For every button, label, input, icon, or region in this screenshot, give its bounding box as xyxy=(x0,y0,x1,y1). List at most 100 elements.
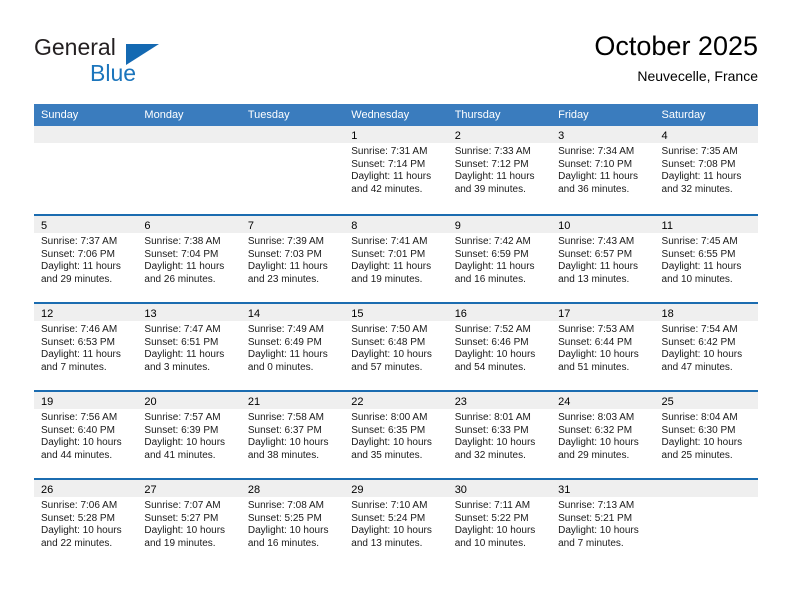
sunrise-text: Sunrise: 7:11 AM xyxy=(454,500,531,511)
day-cell[interactable]: 18 Sunrise: 7:54 AM Sunset: 6:42 PM Dayligh… xyxy=(654,304,758,390)
daylight-text-line1: Daylight: 10 hours xyxy=(247,525,329,537)
day-cell[interactable]: 6 Sunrise: 7:38 AM Sunset: 7:04 PM Daylight… xyxy=(137,216,241,302)
daylight-text-line1: Daylight: 10 hours xyxy=(41,437,122,449)
day-number-band: 12 xyxy=(34,304,138,321)
day-number-band: 25 xyxy=(654,392,758,409)
day-cell[interactable]: 1 Sunrise: 7:31 AM Sunset: 7:14 PM Daylight… xyxy=(344,126,448,214)
day-number: 10 xyxy=(558,220,571,232)
day-cell[interactable]: 15 Sunrise: 7:50 AM Sunset: 6:48 PM Dayligh… xyxy=(344,304,448,390)
day-cell[interactable]: 12 Sunrise: 7:46 AM Sunset: 6:53 PM Dayligh… xyxy=(34,304,138,390)
day-cell[interactable]: 25 Sunrise: 8:04 AM Sunset: 6:30 PM Dayligh… xyxy=(654,392,758,478)
weekday-header-thursday: Thursday xyxy=(454,109,501,121)
day-cell[interactable]: 5 Sunrise: 7:37 AM Sunset: 7:06 PM Daylight… xyxy=(34,216,138,302)
day-cell[interactable]: 9 Sunrise: 7:42 AM Sunset: 6:59 PM Daylight… xyxy=(447,216,552,302)
sunrise-text: Sunrise: 7:50 AM xyxy=(351,324,428,335)
day-cell[interactable]: 28 Sunrise: 7:08 AM Sunset: 5:25 PM Dayligh… xyxy=(240,480,345,566)
day-cell[interactable]: 11 Sunrise: 7:45 AM Sunset: 6:55 PM Dayligh… xyxy=(654,216,758,302)
day-number-band: 9 xyxy=(447,216,552,233)
sunset-text: Sunset: 6:46 PM xyxy=(454,336,529,348)
daylight-text-line1: Daylight: 10 hours xyxy=(144,525,226,537)
daylight-text-line1: Daylight: 10 hours xyxy=(558,349,639,361)
day-number: 24 xyxy=(558,396,571,408)
day-number: 18 xyxy=(661,308,674,320)
daylight-text-line2: and 51 minutes. xyxy=(558,361,630,373)
day-cell[interactable]: 2 Sunrise: 7:33 AM Sunset: 7:12 PM Daylight… xyxy=(447,126,552,214)
daylight-text-line2: and 29 minutes. xyxy=(41,273,113,285)
day-cell[interactable]: 4 Sunrise: 7:35 AM Sunset: 7:08 PM Daylight… xyxy=(654,126,758,214)
daylight-text-line1: Daylight: 11 hours xyxy=(144,349,225,361)
daylight-text-line2: and 32 minutes. xyxy=(454,449,526,461)
sunset-text: Sunset: 5:25 PM xyxy=(247,512,322,524)
weekday-header-monday: Monday xyxy=(144,109,184,121)
day-cell[interactable]: 17 Sunrise: 7:53 AM Sunset: 6:44 PM Dayligh… xyxy=(551,304,655,390)
daylight-text-line2: and 36 minutes. xyxy=(558,183,630,195)
sunrise-text: Sunrise: 7:53 AM xyxy=(558,324,635,335)
sunrise-text: Sunrise: 8:03 AM xyxy=(558,412,635,423)
day-cell[interactable]: 14 Sunrise: 7:49 AM Sunset: 6:49 PM Dayligh… xyxy=(240,304,345,390)
day-number-band: 22 xyxy=(344,392,448,409)
sunrise-text: Sunrise: 7:06 AM xyxy=(41,500,118,511)
sunrise-text: Sunrise: 8:01 AM xyxy=(454,412,531,423)
daylight-text-line2: and 38 minutes. xyxy=(247,449,320,461)
day-number-band: 13 xyxy=(137,304,241,321)
day-sun-info: Sunrise: 7:52 AM Sunset: 6:46 PM Daylight:… xyxy=(448,321,551,374)
day-number-band: 21 xyxy=(240,392,345,409)
day-number: 27 xyxy=(144,484,157,496)
daylight-text-line2: and 41 minutes. xyxy=(144,449,216,461)
weeks-container: 1 Sunrise: 7:31 AM Sunset: 7:14 PM Daylight… xyxy=(34,126,758,566)
day-sun-info: Sunrise: 7:42 AM Sunset: 6:59 PM Daylight:… xyxy=(448,233,551,286)
day-cell[interactable]: 10 Sunrise: 7:43 AM Sunset: 6:57 PM Dayligh… xyxy=(551,216,655,302)
sunrise-text: Sunrise: 8:00 AM xyxy=(351,412,428,423)
day-number-band: 3 xyxy=(551,126,655,143)
day-sun-info: Sunrise: 7:54 AM Sunset: 6:42 PM Daylight:… xyxy=(655,321,758,374)
day-sun-info: Sunrise: 7:57 AM Sunset: 6:39 PM Daylight:… xyxy=(137,409,240,462)
day-number: 7 xyxy=(247,220,254,232)
day-number: 30 xyxy=(454,484,467,496)
day-cell[interactable]: 19 Sunrise: 7:56 AM Sunset: 6:40 PM Dayligh… xyxy=(34,392,138,478)
week-row: 5 Sunrise: 7:37 AM Sunset: 7:06 PM Daylight… xyxy=(34,214,758,302)
day-sun-info: Sunrise: 7:35 AM Sunset: 7:08 PM Daylight:… xyxy=(655,143,758,196)
daylight-text-line2: and 39 minutes. xyxy=(454,183,526,195)
daylight-text-line2: and 26 minutes. xyxy=(144,273,216,285)
sunrise-text: Sunrise: 7:54 AM xyxy=(661,324,738,335)
day-cell[interactable]: 20 Sunrise: 7:57 AM Sunset: 6:39 PM Dayligh… xyxy=(137,392,241,478)
day-cell[interactable]: 27 Sunrise: 7:07 AM Sunset: 5:27 PM Dayligh… xyxy=(137,480,241,566)
title-block: October 2025 Neuvecelle, France xyxy=(594,30,758,86)
sunset-text: Sunset: 6:32 PM xyxy=(558,424,633,436)
sunset-text: Sunset: 6:42 PM xyxy=(661,336,736,348)
weekday-header-friday: Friday xyxy=(558,109,589,121)
day-cell[interactable]: 13 Sunrise: 7:47 AM Sunset: 6:51 PM Dayligh… xyxy=(137,304,241,390)
day-cell[interactable]: 22 Sunrise: 8:00 AM Sunset: 6:35 PM Dayligh… xyxy=(344,392,448,478)
day-cell[interactable]: 16 Sunrise: 7:52 AM Sunset: 6:46 PM Dayligh… xyxy=(447,304,552,390)
day-cell[interactable]: 31 Sunrise: 7:13 AM Sunset: 5:21 PM Dayligh… xyxy=(551,480,655,566)
day-cell[interactable]: 7 Sunrise: 7:39 AM Sunset: 7:03 PM Daylight… xyxy=(240,216,345,302)
sunset-text: Sunset: 5:22 PM xyxy=(454,512,529,524)
day-cell[interactable]: 30 Sunrise: 7:11 AM Sunset: 5:22 PM Dayligh… xyxy=(447,480,552,566)
day-cell[interactable]: 23 Sunrise: 8:01 AM Sunset: 6:33 PM Dayligh… xyxy=(447,392,552,478)
day-cell[interactable]: 29 Sunrise: 7:10 AM Sunset: 5:24 PM Dayligh… xyxy=(344,480,448,566)
daylight-text-line2: and 13 minutes. xyxy=(351,537,423,549)
sunset-text: Sunset: 6:57 PM xyxy=(558,248,633,260)
sunrise-text: Sunrise: 7:41 AM xyxy=(351,236,428,247)
daylight-text-line1: Daylight: 11 hours xyxy=(41,349,121,361)
day-cell[interactable]: 8 Sunrise: 7:41 AM Sunset: 7:01 PM Daylight… xyxy=(344,216,448,302)
page-title: October 2025 xyxy=(594,31,758,61)
sunset-text: Sunset: 7:04 PM xyxy=(144,248,219,260)
day-sun-info: Sunrise: 7:41 AM Sunset: 7:01 PM Daylight:… xyxy=(344,233,447,286)
weekday-header-row: Sunday Monday Tuesday Wednesday Thursday… xyxy=(34,104,758,126)
sunrise-text: Sunrise: 7:13 AM xyxy=(558,500,635,511)
day-cell[interactable]: 3 Sunrise: 7:34 AM Sunset: 7:10 PM Daylight… xyxy=(551,126,655,214)
day-number-band: 29 xyxy=(344,480,448,497)
sunset-text: Sunset: 6:30 PM xyxy=(661,424,736,436)
daylight-text-line1: Daylight: 11 hours xyxy=(144,261,225,273)
day-number-band: 26 xyxy=(34,480,138,497)
day-sun-info: Sunrise: 7:10 AM Sunset: 5:24 PM Daylight:… xyxy=(344,497,447,550)
day-cell[interactable]: 24 Sunrise: 8:03 AM Sunset: 6:32 PM Dayligh… xyxy=(551,392,655,478)
day-cell-empty xyxy=(240,126,345,214)
daylight-text-line2: and 32 minutes. xyxy=(661,183,733,195)
day-number: 4 xyxy=(661,130,668,142)
day-cell[interactable]: 26 Sunrise: 7:06 AM Sunset: 5:28 PM Dayligh… xyxy=(34,480,138,566)
day-cell[interactable]: 21 Sunrise: 7:58 AM Sunset: 6:37 PM Dayligh… xyxy=(240,392,345,478)
day-number: 20 xyxy=(144,396,157,408)
daylight-text-line2: and 54 minutes. xyxy=(454,361,526,373)
